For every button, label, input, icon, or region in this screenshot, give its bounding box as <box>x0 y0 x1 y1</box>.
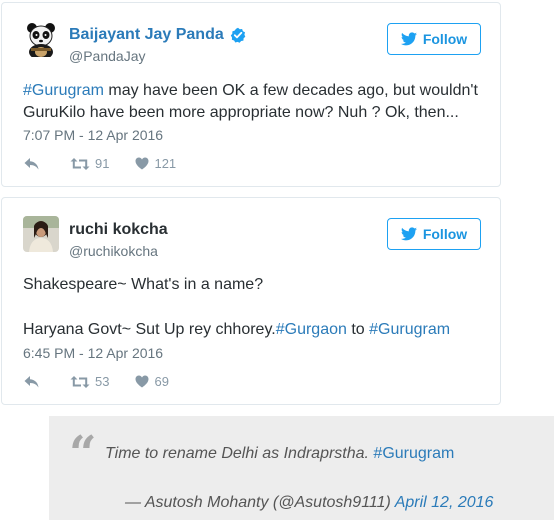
like-button[interactable]: 121 <box>135 156 176 171</box>
tweet-text-line: to <box>346 321 370 338</box>
quote-mark-icon: “ <box>69 426 97 482</box>
follow-label: Follow <box>422 226 468 242</box>
quote-body: Time to rename Delhi as Indraprstha. <box>105 445 374 462</box>
avatar[interactable] <box>23 21 59 57</box>
follow-label: Follow <box>422 31 468 47</box>
hashtag-link[interactable]: #Gurgaon <box>276 321 347 338</box>
retweet-icon <box>70 375 90 388</box>
hashtag-link[interactable]: #Gurugram <box>373 445 454 462</box>
quote-text: Time to rename Delhi as Indraprstha. #Gu… <box>105 443 454 465</box>
quote-byline: — Asutosh Mohanty (@Asutosh9111) April 1… <box>125 492 493 514</box>
verified-badge-icon <box>230 27 246 43</box>
tweet-card: Baijayant Jay Panda @PandaJay Follow #Gu… <box>1 2 501 187</box>
author-handle[interactable]: @ruchikokcha <box>69 242 158 260</box>
like-count: 69 <box>154 374 169 389</box>
retweet-button[interactable]: 91 <box>70 156 109 171</box>
avatar[interactable] <box>23 216 59 252</box>
retweet-count: 91 <box>95 156 110 171</box>
quote-date-link[interactable]: April 12, 2016 <box>395 494 494 511</box>
like-count: 121 <box>154 156 177 171</box>
retweet-button[interactable]: 53 <box>70 374 109 389</box>
user-photo-avatar-icon <box>23 216 59 252</box>
author-row: ruchi kokcha <box>69 220 168 240</box>
author-row: Baijayant Jay Panda <box>69 25 246 45</box>
panda-avatar-icon <box>23 21 59 57</box>
follow-button[interactable]: Follow <box>387 23 481 55</box>
tweet-timestamp[interactable]: 6:45 PM - 12 Apr 2016 <box>23 344 163 362</box>
tweet-actions: 91 121 <box>23 156 194 171</box>
author-handle[interactable]: @PandaJay <box>69 47 145 65</box>
author-name[interactable]: ruchi kokcha <box>69 220 168 240</box>
quote-author: — Asutosh Mohanty (@Asutosh9111) <box>125 494 395 511</box>
reply-icon <box>24 157 39 169</box>
twitter-bird-icon <box>400 32 417 46</box>
retweet-count: 53 <box>95 374 110 389</box>
reply-button[interactable] <box>23 157 40 171</box>
tweet-timestamp[interactable]: 7:07 PM - 12 Apr 2016 <box>23 126 163 144</box>
reply-button[interactable] <box>23 375 40 389</box>
tweet-text: Haryana Govt~ Sut Up rey chhorey.#Gurgao… <box>23 319 493 341</box>
hashtag-link[interactable]: #Gurugram <box>369 321 450 338</box>
tweet-text-line: GuruKilo have been more appropriate now?… <box>23 104 459 121</box>
follow-button[interactable]: Follow <box>387 218 481 250</box>
twitter-bird-icon <box>400 227 417 241</box>
like-button[interactable]: 69 <box>135 374 169 389</box>
tweet-text-line: may have been OK a few decades ago, but … <box>103 82 478 99</box>
tweet-text-line: Haryana Govt~ Sut Up rey chhorey. <box>23 321 276 338</box>
tweet-text: #Gurugram may have been OK a few decades… <box>23 80 493 124</box>
reply-icon <box>24 375 39 387</box>
author-name[interactable]: Baijayant Jay Panda <box>69 25 224 45</box>
retweet-icon <box>70 157 90 170</box>
heart-icon <box>135 157 149 170</box>
blockquote: “ Time to rename Delhi as Indraprstha. #… <box>49 416 554 520</box>
tweet-actions: 53 69 <box>23 374 187 389</box>
tweet-card: ruchi kokcha @ruchikokcha Follow Shakesp… <box>1 197 501 405</box>
heart-icon <box>135 375 149 388</box>
hashtag-link[interactable]: #Gurugram <box>23 82 104 99</box>
tweet-text: Shakespeare~ What's in a name? <box>23 276 264 293</box>
